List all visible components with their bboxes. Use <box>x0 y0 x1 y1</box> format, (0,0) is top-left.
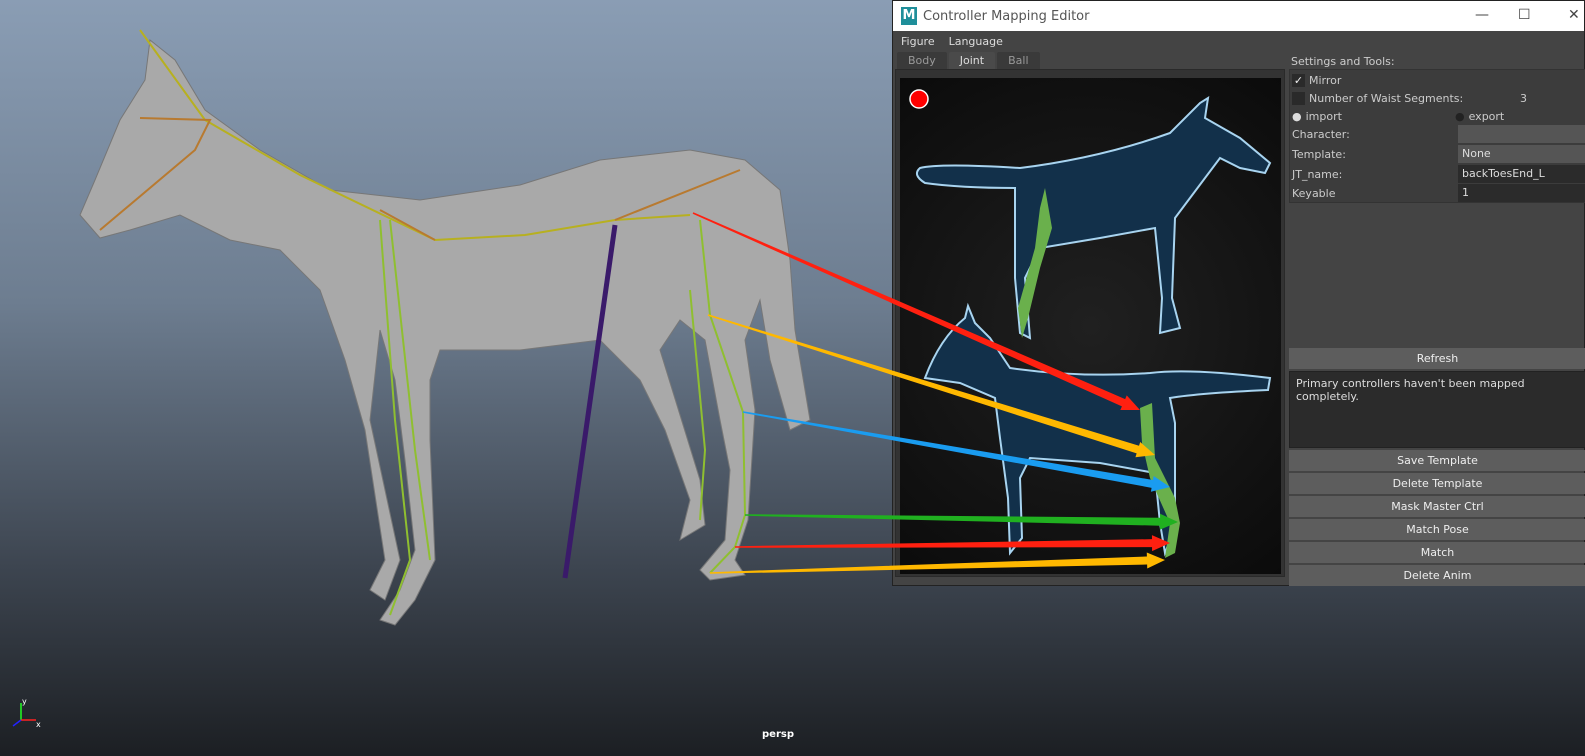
controller-mapping-editor-window: M Controller Mapping Editor — ☐ ✕ Figure… <box>892 0 1585 586</box>
menu-language[interactable]: Language <box>949 35 1003 48</box>
jt-name-field[interactable]: backToesEnd_L <box>1458 165 1585 183</box>
close-button[interactable]: ✕ <box>1568 7 1580 23</box>
character-label: Character: <box>1292 128 1350 141</box>
jt-name-label: JT_name: <box>1292 168 1343 181</box>
mapping-canvas-frame <box>895 69 1285 577</box>
mask-master-ctrl-button[interactable]: Mask Master Ctrl <box>1289 496 1585 517</box>
template-dropdown[interactable]: None <box>1458 145 1585 163</box>
waist-value[interactable]: 3 <box>1520 92 1527 105</box>
settings-box: ✓ Mirror Number of Waist Segments: 3 ● imp… <box>1289 69 1585 203</box>
mirror-label: Mirror <box>1309 74 1342 87</box>
tab-bar: Body Joint Ball <box>897 52 1040 69</box>
mirror-checkbox[interactable]: ✓ <box>1292 74 1305 87</box>
character-field[interactable] <box>1458 125 1585 143</box>
axis-y-label: y <box>22 697 27 706</box>
menu-bar: Figure Language <box>893 31 1584 51</box>
maya-logo-icon: M <box>901 7 917 25</box>
horse-model[interactable] <box>0 0 892 756</box>
camera-label: persp <box>762 729 794 740</box>
keyable-field[interactable]: 1 <box>1458 184 1585 202</box>
horse-diagram-front[interactable] <box>923 302 1272 557</box>
horse-diagram-side[interactable] <box>915 96 1272 340</box>
tab-body[interactable]: Body <box>897 52 947 69</box>
menu-figure[interactable]: Figure <box>901 35 935 48</box>
title-bar[interactable]: M Controller Mapping Editor — ☐ ✕ <box>893 1 1584 31</box>
match-pose-button[interactable]: Match Pose <box>1289 519 1585 540</box>
settings-title: Settings and Tools: <box>1291 55 1395 68</box>
minimize-button[interactable]: — <box>1475 7 1489 23</box>
waist-label: Number of Waist Segments: <box>1309 92 1464 105</box>
record-dot-icon[interactable] <box>909 89 929 109</box>
import-radio[interactable]: ● <box>1292 110 1302 123</box>
keyable-label: Keyable <box>1292 187 1336 200</box>
mapping-canvas[interactable] <box>900 78 1281 574</box>
horse-body <box>79 39 811 626</box>
maximize-button[interactable]: ☐ <box>1518 7 1531 23</box>
save-template-button[interactable]: Save Template <box>1289 450 1585 471</box>
delete-template-button[interactable]: Delete Template <box>1289 473 1585 494</box>
template-label: Template: <box>1292 148 1346 161</box>
window-title: Controller Mapping Editor <box>923 8 1090 24</box>
waist-checkbox[interactable] <box>1292 92 1305 105</box>
axis-x-label: x <box>36 720 41 729</box>
refresh-button[interactable]: Refresh <box>1289 348 1585 369</box>
match-button[interactable]: Match <box>1289 542 1585 563</box>
message-box: Primary controllers haven't been mapped … <box>1289 371 1585 448</box>
export-label: export <box>1468 110 1505 123</box>
delete-anim-button[interactable]: Delete Anim <box>1289 565 1585 586</box>
tab-joint[interactable]: Joint <box>948 52 996 69</box>
export-radio[interactable]: ● <box>1455 110 1465 123</box>
import-label: import <box>1305 110 1342 123</box>
tab-ball[interactable]: Ball <box>997 52 1040 69</box>
axis-gizmo-icon: y x <box>12 697 41 729</box>
